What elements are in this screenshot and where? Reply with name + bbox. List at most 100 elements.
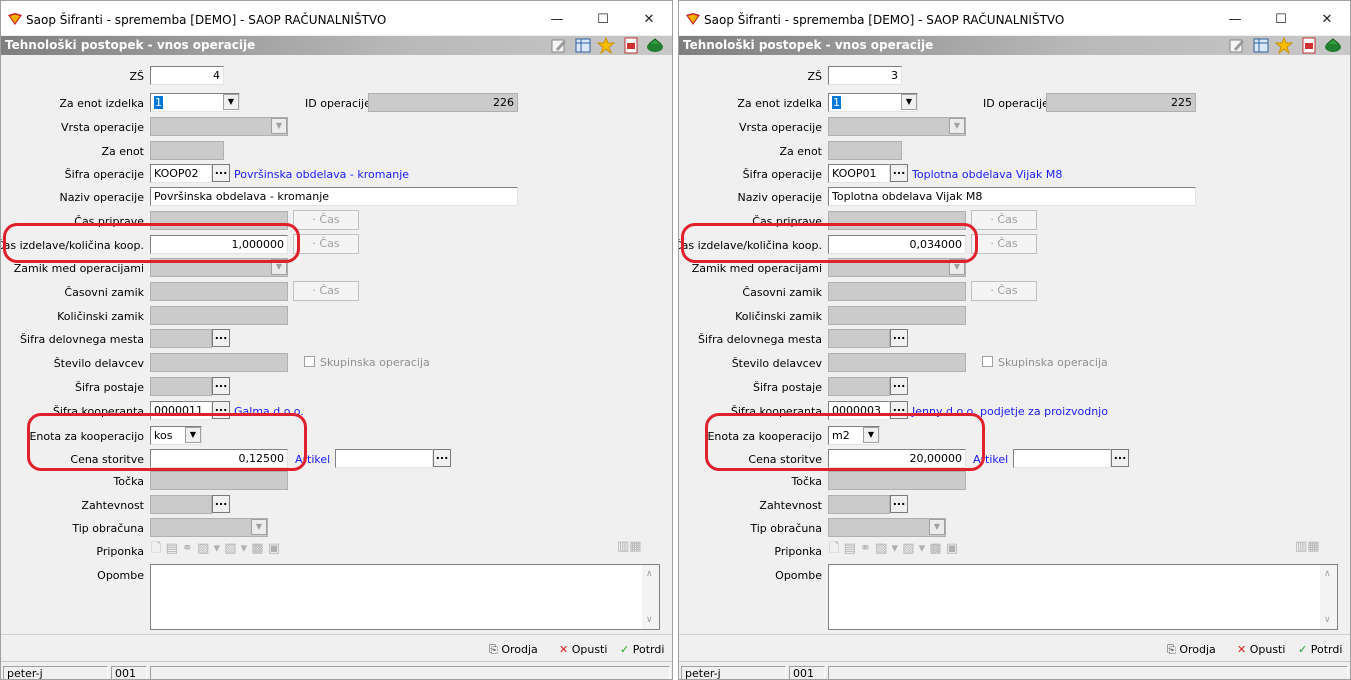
zs-field[interactable]: 3	[828, 66, 902, 85]
minimize-button[interactable]: —	[1212, 7, 1258, 33]
opusti-button[interactable]: ✕ Opusti	[559, 643, 607, 656]
ellipsis-button[interactable]: ...	[890, 329, 908, 347]
sifra-operacije-naziv[interactable]: Toplotna obdelava Vijak M8	[912, 168, 1062, 181]
artikel-link[interactable]: Artikel	[295, 453, 330, 466]
opombe-textarea[interactable]: ∧ ∨	[150, 564, 660, 630]
scroll-up-icon[interactable]: ∧	[646, 569, 653, 579]
exit-icon[interactable]	[1324, 37, 1342, 54]
ellipsis-button[interactable]: ...	[890, 495, 908, 513]
casovni-zamik-label: Časovni zamik	[742, 286, 822, 299]
sifra-delovnega-mesta-field	[828, 329, 890, 348]
window-title: Saop Šifranti - sprememba [DEMO] - SAOP …	[704, 13, 1065, 27]
ellipsis-button[interactable]: ...	[1111, 449, 1129, 467]
grid-icon[interactable]	[1252, 37, 1270, 54]
zamik-med-operacijami-select	[150, 258, 288, 277]
ellipsis-button[interactable]: ...	[212, 164, 230, 182]
maximize-button[interactable]: ☐	[1258, 7, 1304, 33]
ellipsis-button[interactable]: ...	[212, 401, 230, 419]
cas-priprave-label: Čas priprave	[752, 215, 822, 228]
cas-izdelave-field[interactable]: 1,000000	[150, 235, 288, 254]
title-bar: Saop Šifranti - sprememba [DEMO] - SAOP …	[679, 1, 1350, 35]
close-button[interactable]: ✕	[626, 7, 672, 33]
cas-izdelave-field[interactable]: 0,034000	[828, 235, 966, 254]
zs-field[interactable]: 4	[150, 66, 224, 85]
ellipsis-button[interactable]: ...	[890, 401, 908, 419]
skupinska-operacija-checkbox[interactable]	[982, 356, 993, 367]
chevron-down-icon[interactable]: ▼	[185, 427, 201, 443]
exit-icon[interactable]	[646, 37, 664, 54]
potrdi-button[interactable]: ✓ Potrdi	[620, 643, 664, 656]
chevron-down-icon[interactable]: ▼	[223, 94, 239, 110]
sifra-kooperanta-field[interactable]: 0000011	[150, 401, 212, 420]
kooperant-naziv[interactable]: Galma d.o.o.	[234, 405, 304, 418]
id-operacije-field: 226	[368, 93, 518, 112]
grid-icon[interactable]	[574, 37, 592, 54]
vrsta-operacije-label: Vrsta operacije	[739, 121, 822, 134]
scrollbar[interactable]: ∧ ∨	[642, 565, 659, 629]
status-empty	[150, 666, 670, 679]
attachment-toolbar: 🗋 ▤ ⚭ ▨ ▾ ▧ ▾ ▩ ▣	[829, 539, 958, 559]
form-title: Tehnološki postopek - vnos operacije	[683, 38, 934, 52]
ellipsis-button[interactable]: ...	[212, 377, 230, 395]
edit-icon[interactable]	[550, 37, 568, 54]
artikel-field[interactable]	[335, 449, 433, 468]
cena-storitve-field[interactable]: 0,12500	[150, 449, 288, 468]
chevron-down-icon[interactable]: ▼	[863, 427, 879, 443]
maximize-button[interactable]: ☐	[580, 7, 626, 33]
naziv-operacije-field[interactable]: Toplotna obdelava Vijak M8	[828, 187, 1196, 206]
star-icon[interactable]	[597, 37, 615, 54]
opusti-label: Opusti	[1249, 643, 1286, 656]
sifra-delovnega-mesta-field	[150, 329, 212, 348]
orodja-button[interactable]: ⎘ Orodja	[489, 643, 538, 657]
kooperant-naziv[interactable]: Jenny d.o.o. podjetje za proizvodnjo	[912, 405, 1108, 418]
ellipsis-button[interactable]: ...	[212, 495, 230, 513]
opusti-label: Opusti	[571, 643, 608, 656]
cena-storitve-field[interactable]: 20,00000	[828, 449, 966, 468]
scroll-up-icon[interactable]: ∧	[1324, 569, 1331, 579]
ellipsis-button[interactable]: ...	[212, 329, 230, 347]
ellipsis-button[interactable]: ...	[890, 377, 908, 395]
cas-priprave-field	[150, 211, 288, 230]
chevron-down-icon[interactable]: ▼	[901, 94, 917, 110]
opusti-button[interactable]: ✕ Opusti	[1237, 643, 1285, 656]
import-icon: ▤	[843, 541, 856, 556]
artikel-field[interactable]	[1013, 449, 1111, 468]
potrdi-button[interactable]: ✓ Potrdi	[1298, 643, 1342, 656]
za-enot-izdelka-value: 1	[832, 96, 841, 109]
sifra-kooperanta-field[interactable]: 0000003	[828, 401, 890, 420]
za-enot-label: Za enot	[101, 145, 144, 158]
pdf-icon[interactable]	[622, 37, 640, 54]
edit-icon[interactable]	[1228, 37, 1246, 54]
app-logo-icon	[8, 13, 22, 25]
skupinska-operacija-checkbox[interactable]	[304, 356, 315, 367]
link-icon: ⚭	[182, 541, 193, 556]
star-icon[interactable]	[1275, 37, 1293, 54]
ellipsis-button[interactable]: ...	[890, 164, 908, 182]
naziv-operacije-field[interactable]: Površinska obdelava - kromanje	[150, 187, 518, 206]
artikel-link[interactable]: Artikel	[973, 453, 1008, 466]
tools-icon: ⎘	[489, 643, 498, 656]
window-title: Saop Šifranti - sprememba [DEMO] - SAOP …	[26, 13, 387, 27]
ellipsis-button[interactable]: ...	[433, 449, 451, 467]
opombe-textarea[interactable]: ∧ ∨	[828, 564, 1338, 630]
orodja-button[interactable]: ⎘ Orodja	[1167, 643, 1216, 657]
cas-button: · Čas	[971, 210, 1037, 230]
sifra-operacije-naziv[interactable]: Površinska obdelava - kromanje	[234, 168, 409, 181]
sifra-kooperanta-label: Šifra kooperanta	[730, 405, 822, 418]
scroll-down-icon[interactable]: ∨	[646, 615, 653, 625]
link-icon: ⚭	[860, 541, 871, 556]
casovni-zamik-field	[828, 282, 966, 301]
cas-priprave-field	[828, 211, 966, 230]
cena-storitve-label: Cena storitve	[748, 453, 822, 466]
kolicinski-zamik-label: Količinski zamik	[735, 310, 822, 323]
pdf-icon[interactable]	[1300, 37, 1318, 54]
sifra-operacije-field[interactable]: KOOP02	[150, 164, 212, 183]
sifra-operacije-field[interactable]: KOOP01	[828, 164, 890, 183]
priponka-label: Priponka	[96, 545, 144, 558]
tocka-label: Točka	[113, 475, 144, 488]
scrollbar[interactable]: ∧ ∨	[1320, 565, 1337, 629]
minimize-button[interactable]: —	[534, 7, 580, 33]
tocka-field	[828, 471, 966, 490]
close-button[interactable]: ✕	[1304, 7, 1350, 33]
scroll-down-icon[interactable]: ∨	[1324, 615, 1331, 625]
